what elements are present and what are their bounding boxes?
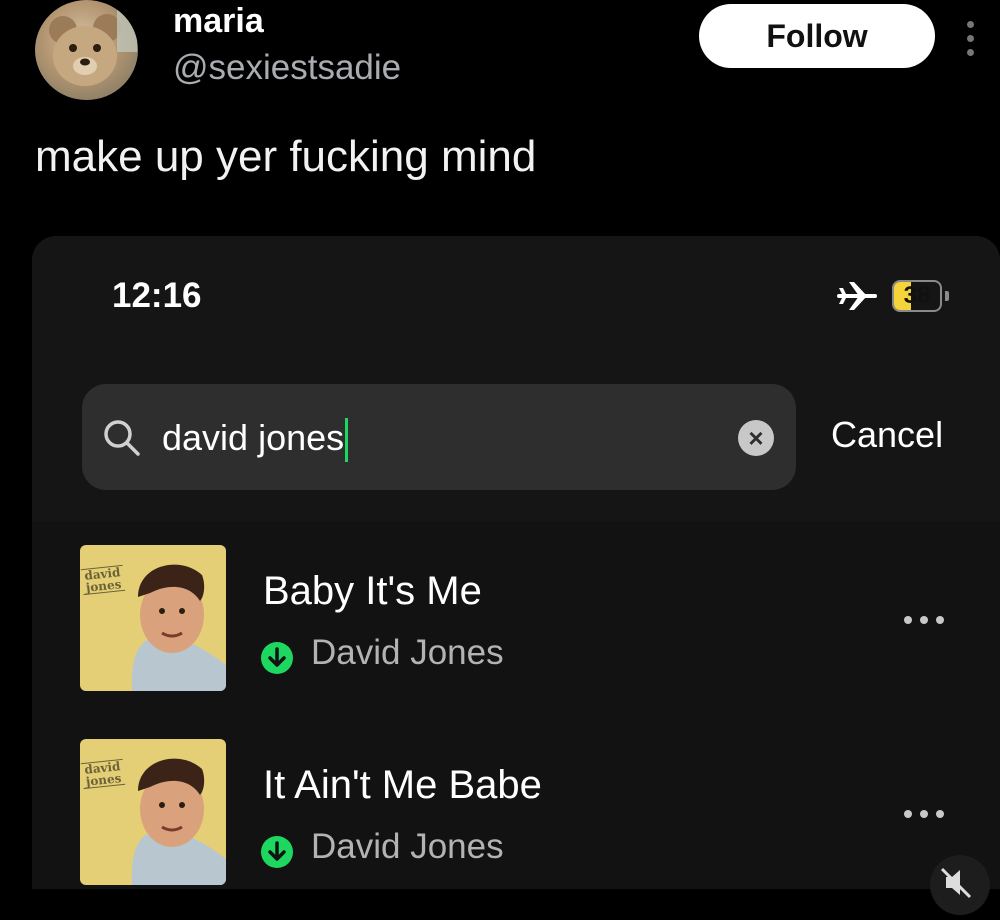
track-artist: David Jones xyxy=(311,827,504,866)
post-header: maria @sexiestsadie Follow xyxy=(0,0,1000,110)
more-options-icon[interactable] xyxy=(904,805,954,818)
search-query: david jones xyxy=(162,417,345,458)
display-name[interactable]: maria xyxy=(173,2,264,41)
track-row[interactable]: david jones Baby It's Me David Jones xyxy=(32,521,1000,691)
album-art: david jones xyxy=(80,545,226,691)
clear-search-icon[interactable]: × xyxy=(738,420,774,456)
search-icon xyxy=(104,420,140,456)
track-title[interactable]: It Ain't Me Babe xyxy=(263,763,542,808)
follow-button[interactable]: Follow xyxy=(699,4,935,68)
mute-icon[interactable] xyxy=(930,855,990,915)
more-options-icon[interactable] xyxy=(904,611,954,624)
album-art: david jones xyxy=(80,739,226,885)
album-art-text: david jones xyxy=(80,564,126,596)
search-results: david jones Baby It's Me David Jones dav… xyxy=(32,521,1000,889)
search-input[interactable]: david jones xyxy=(162,417,349,463)
post-text: make up yer fucking mind xyxy=(35,132,537,181)
track-row[interactable]: david jones It Ain't Me Babe David Jones xyxy=(32,715,1000,885)
battery-level: 38 xyxy=(903,282,931,309)
track-title[interactable]: Baby It's Me xyxy=(263,569,482,614)
cancel-button[interactable]: Cancel xyxy=(831,414,943,456)
more-options-icon[interactable] xyxy=(962,18,978,66)
downloaded-icon xyxy=(261,642,293,674)
search-bar[interactable]: david jones × xyxy=(82,384,796,490)
user-handle[interactable]: @sexiestsadie xyxy=(173,48,401,88)
track-artist: David Jones xyxy=(311,633,504,672)
battery-indicator: 38 xyxy=(892,280,942,312)
airplane-mode-icon xyxy=(837,282,877,310)
text-caret xyxy=(345,418,349,463)
embedded-screenshot: 12:16 38 david jones × Cancel david jone… xyxy=(32,236,1000,889)
battery-nub xyxy=(945,291,949,301)
downloaded-icon xyxy=(261,836,293,868)
status-time: 12:16 xyxy=(112,276,202,315)
album-art-text: david jones xyxy=(80,758,126,790)
avatar[interactable] xyxy=(35,0,138,100)
